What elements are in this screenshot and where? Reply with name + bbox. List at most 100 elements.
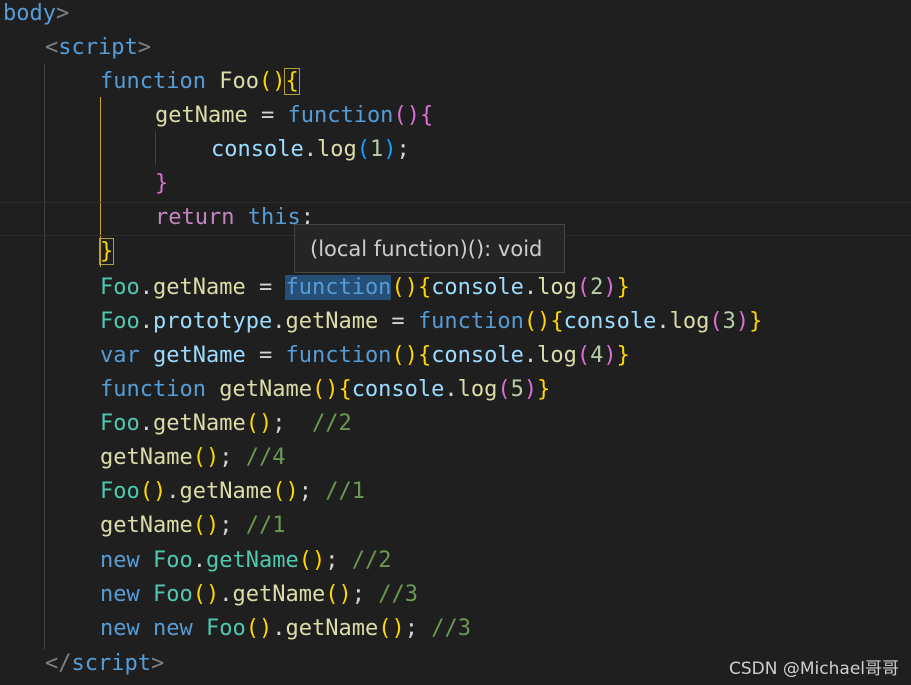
hover-tooltip: (local function)(): void [294, 224, 565, 273]
parens: () [192, 513, 220, 538]
brace: { [417, 343, 432, 368]
comment: //2 [285, 411, 352, 436]
paren: ( [258, 69, 273, 94]
identifier: console [351, 377, 445, 402]
keyword: function [285, 343, 392, 368]
code-line-19: new new Foo().getName(); //3 [100, 612, 471, 646]
dot: . [139, 411, 153, 436]
semicolon: ; [272, 411, 286, 436]
paren: ( [523, 309, 538, 334]
dot: . [272, 309, 286, 334]
paren: ) [406, 103, 420, 128]
paren: ) [603, 343, 617, 368]
paren: ( [576, 275, 591, 300]
method-name: log [457, 377, 498, 402]
identifier: Foo [206, 616, 246, 641]
comment: //4 [232, 445, 286, 470]
semicolon: ; [351, 582, 365, 607]
number: 5 [510, 377, 524, 402]
method-call: getName [153, 411, 246, 436]
identifier: console [431, 343, 524, 368]
semicolon: ; [298, 479, 312, 504]
code-line-16: getName(); //1 [100, 509, 285, 543]
brace: } [749, 309, 763, 334]
code-line-1: body> [3, 0, 69, 31]
code-line-5: console.log(1); [211, 133, 410, 167]
method-name: log [537, 275, 577, 300]
dot: . [523, 275, 538, 300]
code-line-9: Foo.getName = function(){console.log(2)} [100, 271, 630, 305]
method-name: log [669, 309, 710, 334]
code-line-4: getName = function(){ [155, 99, 433, 133]
property: getName [285, 309, 379, 334]
number: 1 [369, 137, 384, 162]
dot: . [444, 377, 458, 402]
dot: . [523, 343, 538, 368]
function-call: getName [100, 513, 193, 538]
operator: = [245, 343, 286, 368]
parens: () [272, 479, 299, 504]
tag-name: script [58, 35, 138, 60]
code-line-13: Foo.getName(); //2 [100, 407, 352, 441]
dot: . [166, 479, 180, 504]
comment: //1 [232, 513, 286, 538]
tag-punct: </ [45, 651, 72, 676]
code-line-11: var getName = function(){console.log(4)} [100, 339, 630, 373]
method-name: log [316, 137, 357, 162]
keyword: new [153, 616, 193, 641]
variable: getName [153, 343, 246, 368]
identifier: Foo [100, 411, 140, 436]
semicolon: ; [219, 445, 233, 470]
function-call: getName [100, 445, 193, 470]
dot: . [272, 616, 286, 641]
method-call: getName [285, 616, 379, 641]
watermark-text: CSDN @Michael哥哥 [729, 659, 899, 679]
brace: { [338, 377, 352, 402]
identifier: Foo [100, 479, 140, 504]
code-line-12: function getName(){console.log(5)} [100, 373, 550, 407]
paren: ( [356, 137, 370, 162]
tag-punct: > [55, 1, 70, 26]
dot: . [139, 309, 153, 334]
comment: //1 [311, 479, 365, 504]
brace: { [419, 103, 434, 128]
comment: //2 [338, 548, 392, 573]
dot: . [192, 548, 206, 573]
operator: = [378, 309, 418, 334]
method-call: getName [232, 582, 326, 607]
parens: () [139, 479, 167, 504]
parens: () [245, 411, 273, 436]
parens: () [378, 616, 405, 641]
tag-punct: > [150, 651, 165, 676]
method-call: getName [179, 479, 273, 504]
method-name: log [537, 343, 577, 368]
code-line-10: Foo.prototype.getName = function(){conso… [100, 305, 762, 339]
hovered-keyword[interactable]: function [285, 275, 392, 300]
keyword: function [100, 69, 206, 94]
property: prototype [153, 309, 273, 334]
brace: } [616, 275, 630, 300]
brace: } [155, 171, 169, 196]
parens: () [245, 616, 273, 641]
code-line-18: new Foo().getName(); //3 [100, 578, 418, 612]
number: 4 [590, 343, 604, 368]
paren: ( [709, 309, 723, 334]
parens: () [325, 582, 352, 607]
function-name: Foo [219, 69, 259, 94]
keyword: function [287, 103, 394, 128]
identifier: Foo [153, 548, 193, 573]
parens: () [192, 582, 220, 607]
paren: ) [404, 275, 418, 300]
paren: ( [311, 377, 326, 402]
keyword-this: this [247, 205, 301, 230]
number: 3 [722, 309, 736, 334]
identifier: console [211, 137, 304, 162]
comment: //3 [417, 616, 471, 641]
identifier: console [431, 275, 524, 300]
code-editor[interactable]: body> <script> function Foo(){ getName =… [0, 0, 911, 685]
tag-punct: < [45, 35, 59, 60]
parens: () [298, 548, 326, 573]
paren: ) [272, 69, 286, 94]
code-line-8: } [98, 235, 115, 269]
keyword: new [100, 548, 140, 573]
